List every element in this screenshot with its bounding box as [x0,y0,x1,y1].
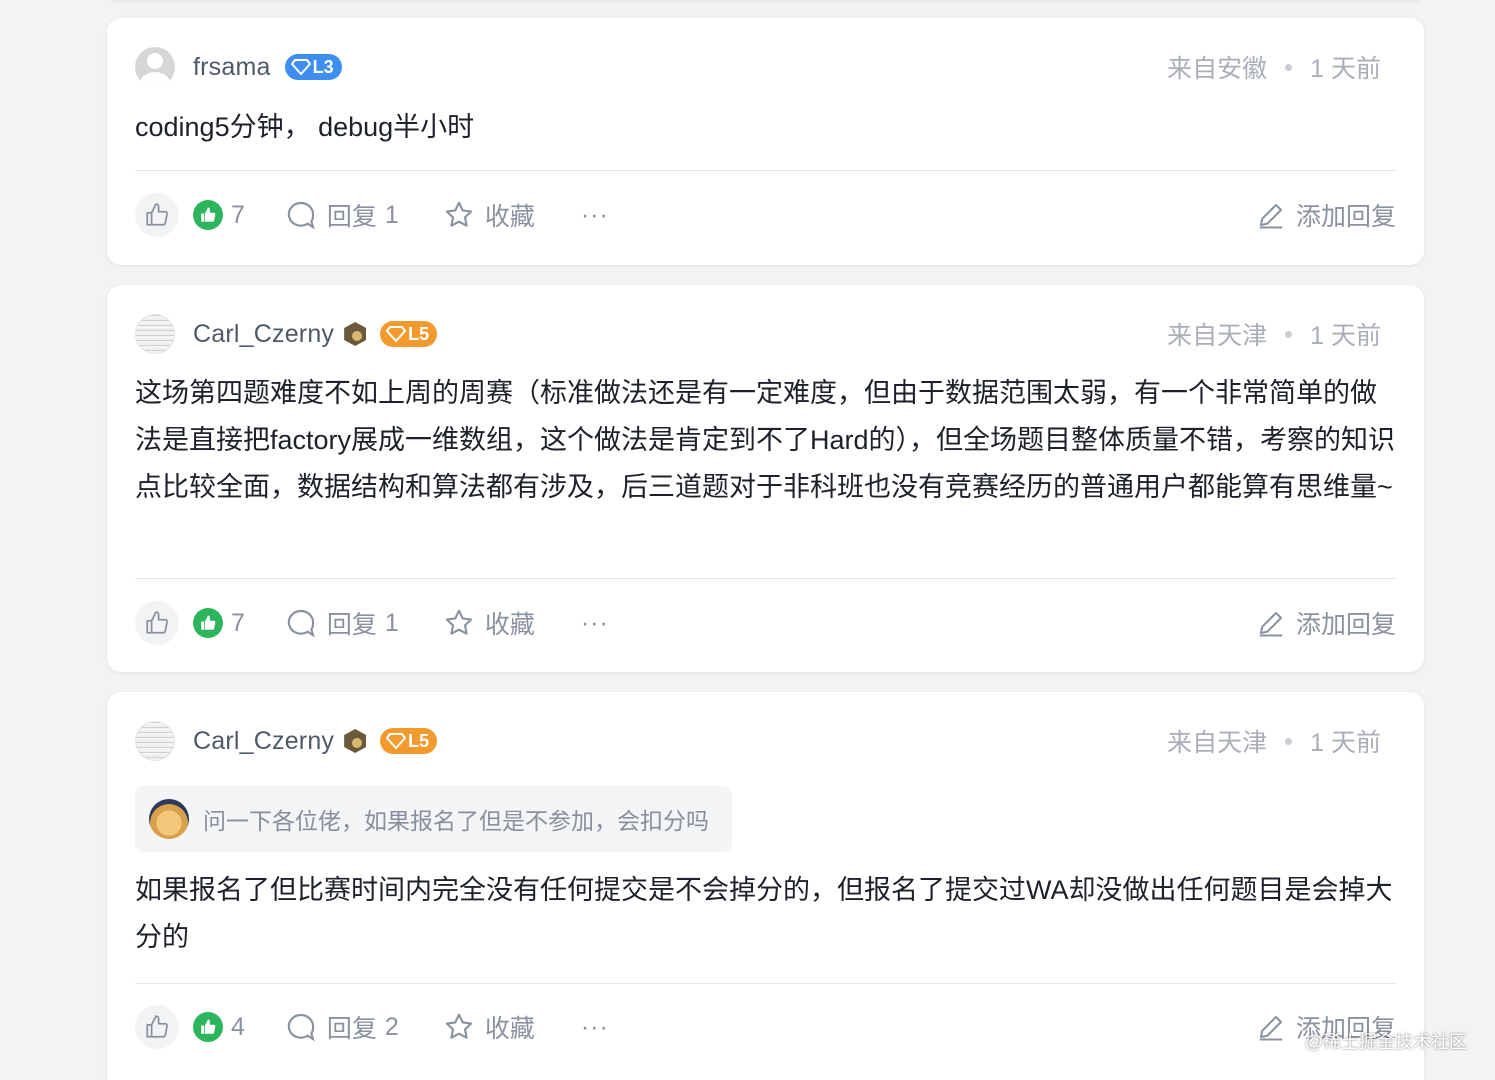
medal-icon [344,729,367,753]
username[interactable]: frsama [193,53,271,82]
medal-icon [344,322,367,346]
add-reply-button[interactable]: 添加回复 [1256,605,1396,641]
username[interactable]: Carl_Czerny [193,320,334,349]
action-bar: 4 回复 2 收藏 ··· 添加回复 [135,1003,1396,1051]
username[interactable]: Carl_Czerny [193,727,334,756]
comment-header: frsama L3 来自安徽 1 天前 [135,45,1396,89]
action-bar: 7 回复 1 收藏 ··· 添加回复 [135,599,1396,647]
like-button[interactable]: 7 [135,601,245,645]
reply-button[interactable]: 回复 1 [285,605,399,641]
pencil-icon [1259,612,1283,637]
more-options-button[interactable]: ··· [581,609,609,638]
comment-content: coding5分钟， debug半小时 [135,112,475,142]
comment-content: 这场第四题难度不如上周的周赛（标准做法还是有一定难度，但由于数据范围太弱，有一个… [135,378,1396,502]
reply-label: 回复 [326,203,377,231]
divider [135,983,1396,984]
favorite-label: 收藏 [484,1015,535,1043]
timestamp: 1 天前 [1310,322,1381,350]
separator-dot [1285,63,1293,71]
thumbs-up-icon[interactable] [135,601,179,645]
comment-icon [287,1013,315,1042]
favorite-label: 收藏 [484,203,535,231]
quoted-text: 问一下各位佬，如果报名了但是不参加，会扣分吗 [203,808,709,834]
level-badge: L5 [380,728,438,754]
reply-label: 回复 [326,1015,377,1043]
level-badge: L5 [380,321,438,347]
comment-header: Carl_Czerny L5 来自天津 1 天前 [135,312,1396,356]
timestamp: 1 天前 [1310,729,1381,757]
add-reply-label: 添加回复 [1295,611,1396,639]
thumbs-up-icon[interactable] [135,193,179,237]
comment-icon [287,201,315,230]
reply-label: 回复 [326,611,377,639]
level-text: L5 [408,323,430,344]
comment-card: Carl_Czerny L5 来自天津 1 天前 这场第四题难度不如上周的周赛（… [107,285,1424,672]
comment-meta: 来自天津 1 天前 [1167,316,1396,352]
more-options-button[interactable]: ··· [581,1013,609,1042]
timestamp: 1 天前 [1310,55,1381,83]
more-options-button[interactable]: ··· [581,201,609,230]
add-reply-button[interactable]: 添加回复 [1256,197,1396,233]
like-count: 7 [231,200,245,229]
level-text: L5 [408,730,430,751]
diamond-icon [290,59,311,75]
quoted-user-avatar [149,799,189,839]
like-button[interactable]: 7 [135,193,245,237]
favorite-button[interactable]: 收藏 [443,605,535,641]
comment-card: frsama L3 来自安徽 1 天前 coding5分钟， debug半小时 [107,18,1424,265]
like-count: 4 [231,1012,245,1041]
favorite-button[interactable]: 收藏 [443,1009,535,1045]
comment-icon [287,609,315,638]
add-reply-label: 添加回复 [1295,203,1396,231]
action-bar: 7 回复 1 收藏 ··· 添加回复 [135,191,1396,239]
divider [135,170,1396,171]
level-badge: L3 [284,54,342,80]
watermark: @稀土掘金技术社区 [1304,1032,1467,1052]
liked-indicator-icon [193,1012,223,1042]
liked-indicator-icon [193,200,223,230]
like-count: 7 [231,608,245,637]
star-icon [445,609,473,635]
separator-dot [1285,330,1293,338]
like-button[interactable]: 4 [135,1005,245,1049]
comment-header: Carl_Czerny L5 来自天津 1 天前 [135,719,1396,763]
quoted-comment[interactable]: 问一下各位佬，如果报名了但是不参加，会扣分吗 [135,786,732,852]
location: 来自天津 [1167,322,1268,350]
reply-count: 1 [384,200,399,229]
avatar[interactable] [135,721,175,761]
avatar[interactable] [135,47,175,87]
liked-indicator-icon [193,608,223,638]
favorite-button[interactable]: 收藏 [443,197,535,233]
pencil-icon [1259,204,1283,229]
level-text: L3 [312,56,334,77]
comment-meta: 来自天津 1 天前 [1167,723,1396,759]
reply-count: 2 [384,1012,399,1041]
reply-button[interactable]: 回复 2 [285,1009,399,1045]
star-icon [445,1013,473,1039]
location: 来自天津 [1167,729,1268,757]
star-icon [445,201,473,227]
location: 来自安徽 [1167,55,1268,83]
separator-dot [1285,737,1293,745]
comment-list-page: frsama L3 来自安徽 1 天前 coding5分钟， debug半小时 [0,0,1495,1080]
diamond-icon [386,733,407,749]
reply-count: 1 [384,608,399,637]
diamond-icon [386,326,407,342]
comment-card: Carl_Czerny L5 来自天津 1 天前 问一下各位佬，如果报名了但是不… [107,692,1424,1080]
comment-content: 如果报名了但比赛时间内完全没有任何提交是不会掉分的，但报名了提交过WA却没做出任… [135,875,1393,952]
pencil-icon [1259,1016,1283,1041]
favorite-label: 收藏 [484,611,535,639]
thumbs-up-icon[interactable] [135,1005,179,1049]
comment-meta: 来自安徽 1 天前 [1167,49,1396,85]
reply-button[interactable]: 回复 1 [285,197,399,233]
avatar[interactable] [135,314,175,354]
divider [135,578,1396,579]
